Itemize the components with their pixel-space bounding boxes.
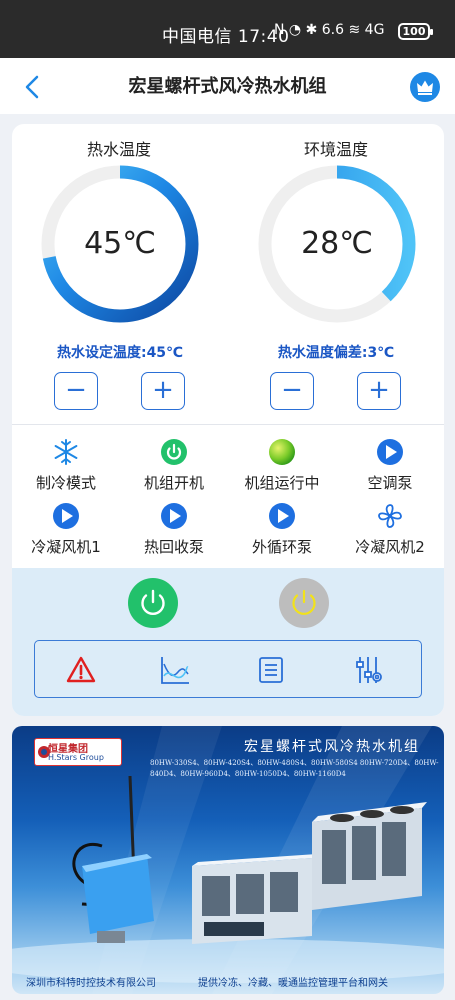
banner-slogan: 提供冷冻、冷藏、暖通监控管理平台和网关 <box>198 978 388 989</box>
setpoint-minus-button[interactable]: − <box>54 372 98 410</box>
deviation-minus-button[interactable]: − <box>270 372 314 410</box>
play-icon <box>160 502 188 530</box>
power-off-button[interactable] <box>279 578 329 628</box>
status-label: 机组开机 <box>143 474 204 492</box>
banner-models: 80HW-330S4、80HW-420S4、80HW-480S4、80HW-58… <box>150 759 439 778</box>
control-panel <box>12 568 444 716</box>
list-icon <box>259 657 283 683</box>
play-icon <box>268 502 296 530</box>
hot-water-value: 45℃ <box>84 226 156 261</box>
fan-icon <box>376 502 404 530</box>
play-icon <box>376 438 404 466</box>
power-green-icon <box>160 438 188 466</box>
list-button[interactable] <box>255 654 287 686</box>
status-ac-pump: 空调泵 <box>336 438 444 493</box>
hot-water-gauge: 45℃ <box>38 162 202 326</box>
trend-chart-button[interactable] <box>159 654 191 686</box>
status-running: 机组运行中 <box>228 438 336 493</box>
settings-sliders-button[interactable] <box>353 654 385 686</box>
carrier-time: 中国电信 17:40 <box>162 27 290 47</box>
status-cooling-mode: 制冷模式 <box>12 438 120 493</box>
status-label: 热回收泵 <box>143 538 204 556</box>
status-label: 制冷模式 <box>35 474 96 492</box>
status-label: 冷凝风机2 <box>355 538 425 556</box>
main-card: 热水温度 45℃ 环境温度 28℃ 热水设定温度:45℃ − + 热水温度偏差:… <box>12 124 444 716</box>
crown-button[interactable] <box>410 72 440 102</box>
status-heat-recovery-pump: 热回收泵 <box>120 502 228 557</box>
deviation-plus-button[interactable]: + <box>357 372 401 410</box>
app-header: 宏星螺杆式风冷热水机组 <box>0 58 455 114</box>
hot-water-label: 热水温度 <box>86 140 151 159</box>
status-label: 空调泵 <box>367 474 413 492</box>
alarm-button[interactable] <box>65 654 97 686</box>
ambient-gauge: 28℃ <box>255 162 419 326</box>
setpoint-plus-button[interactable]: + <box>141 372 185 410</box>
tool-bar <box>34 640 422 698</box>
status-condenser-fan-1: 冷凝风机1 <box>12 502 120 557</box>
setpoint-text: 热水设定温度:45℃ <box>56 345 184 361</box>
deviation-text: 热水温度偏差:3℃ <box>277 345 395 361</box>
status-label: 外循环泵 <box>251 538 312 556</box>
alarm-icon <box>66 656 96 683</box>
page-title: 宏星螺杆式风冷热水机组 <box>128 76 327 97</box>
status-external-pump: 外循环泵 <box>228 502 336 557</box>
running-light-icon <box>268 438 296 466</box>
settings-sliders-icon <box>356 657 382 683</box>
snowflake-icon <box>52 438 80 466</box>
battery-icon: 100 <box>398 23 433 40</box>
status-bar: 中国电信 17:40 N ◔ ✱ 6.6 ≋ 4G 100 <box>0 0 455 58</box>
ambient-value: 28℃ <box>301 226 373 261</box>
product-banner[interactable]: 恒星集团 H.Stars Group 宏星螺杆式风冷热水机组 80HW-330S… <box>12 726 444 994</box>
status-label: 机组运行中 <box>244 474 320 492</box>
status-unit-on: 机组开机 <box>120 438 228 493</box>
status-indicators: N ◔ ✱ 6.6 ≋ 4G <box>274 22 385 38</box>
logo-text-en: H.Stars Group <box>48 753 104 762</box>
divider <box>12 424 444 425</box>
ambient-label: 环境温度 <box>303 140 368 159</box>
power-off-icon <box>292 589 316 615</box>
power-on-icon <box>141 589 165 615</box>
play-icon <box>52 502 80 530</box>
trend-chart-icon <box>161 657 189 684</box>
banner-company: 深圳市科特时控技术有限公司 <box>26 978 156 989</box>
crown-icon <box>417 80 433 95</box>
status-condenser-fan-2: 冷凝风机2 <box>336 502 444 557</box>
status-label: 冷凝风机1 <box>31 538 101 556</box>
power-on-button[interactable] <box>128 578 178 628</box>
banner-title: 宏星螺杆式风冷热水机组 <box>244 739 420 755</box>
